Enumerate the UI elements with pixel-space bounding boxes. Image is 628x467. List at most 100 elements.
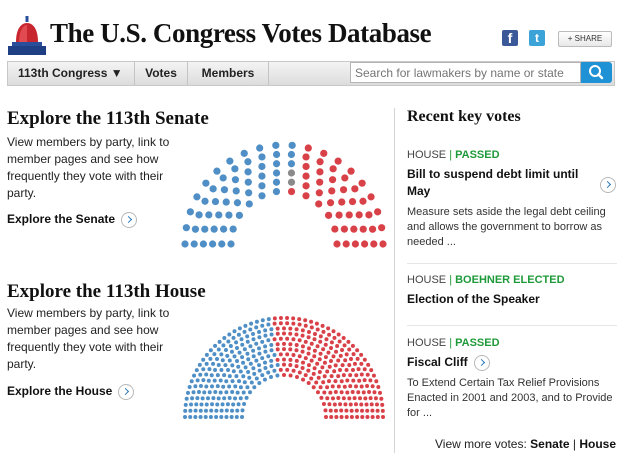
- seat-dot-democrat[interactable]: [204, 384, 209, 389]
- seat-dot-democrat[interactable]: [187, 384, 192, 389]
- seat-dot-republican[interactable]: [278, 316, 283, 321]
- seat-dot-republican[interactable]: [359, 402, 364, 407]
- seat-dot-democrat[interactable]: [231, 165, 239, 173]
- seat-dot-democrat[interactable]: [230, 408, 235, 413]
- seat-dot-democrat[interactable]: [216, 362, 221, 367]
- seat-dot-republican[interactable]: [315, 189, 323, 197]
- seat-dot-republican[interactable]: [303, 339, 308, 344]
- seat-dot-republican[interactable]: [344, 408, 349, 413]
- seat-dot-republican[interactable]: [365, 384, 370, 389]
- seat-dot-democrat[interactable]: [199, 402, 204, 407]
- seat-dot-republican[interactable]: [297, 338, 302, 343]
- seat-dot-republican[interactable]: [327, 332, 332, 337]
- seat-dot-democrat[interactable]: [248, 361, 253, 366]
- seat-dot-democrat[interactable]: [242, 402, 247, 407]
- seat-dot-republican[interactable]: [368, 225, 377, 233]
- seat-dot-democrat[interactable]: [269, 364, 274, 369]
- seat-dot-republican[interactable]: [272, 321, 277, 326]
- seat-dot-democrat[interactable]: [198, 408, 203, 413]
- seat-dot-republican[interactable]: [285, 352, 290, 357]
- seat-dot-democrat[interactable]: [272, 160, 281, 168]
- seat-dot-democrat[interactable]: [245, 189, 253, 197]
- seat-dot-republican[interactable]: [294, 348, 299, 353]
- seat-dot-democrat[interactable]: [182, 224, 190, 232]
- nav-votes[interactable]: Votes: [135, 62, 188, 85]
- seat-dot-republican[interactable]: [358, 179, 366, 187]
- seat-dot-democrat[interactable]: [216, 396, 221, 401]
- seat-dot-democrat[interactable]: [221, 343, 226, 348]
- seat-dot-republican[interactable]: [336, 384, 341, 389]
- seat-dot-democrat[interactable]: [269, 343, 274, 348]
- seat-dot-republican[interactable]: [378, 390, 383, 395]
- seat-dot-republican[interactable]: [315, 361, 320, 366]
- seat-dot-democrat[interactable]: [260, 323, 265, 328]
- seat-dot-democrat[interactable]: [272, 141, 280, 149]
- seat-dot-democrat[interactable]: [244, 178, 252, 186]
- seat-dot-republican[interactable]: [330, 396, 335, 401]
- seat-dot-republican[interactable]: [316, 158, 324, 166]
- seat-dot-republican[interactable]: [282, 357, 286, 362]
- seat-dot-republican[interactable]: [355, 211, 363, 219]
- seat-dot-democrat[interactable]: [220, 225, 228, 233]
- seat-dot-republican[interactable]: [352, 396, 357, 401]
- seat-dot-democrat[interactable]: [287, 150, 296, 159]
- seat-dot-democrat[interactable]: [183, 402, 188, 407]
- seat-dot-democrat[interactable]: [198, 372, 203, 377]
- seat-dot-republican[interactable]: [291, 368, 296, 373]
- seat-dot-democrat[interactable]: [211, 197, 220, 206]
- seat-dot-republican[interactable]: [376, 384, 381, 389]
- seat-dot-republican[interactable]: [316, 178, 324, 186]
- seat-dot-democrat[interactable]: [275, 363, 280, 368]
- seat-dot-republican[interactable]: [329, 340, 334, 345]
- seat-dot-republican[interactable]: [343, 358, 348, 363]
- seat-dot-republican[interactable]: [282, 373, 286, 377]
- seat-dot-democrat[interactable]: [257, 351, 262, 356]
- vote-item-debt-limit[interactable]: HOUSE | PASSED Bill to suspend debt limi…: [407, 149, 617, 250]
- seat-dot-democrat[interactable]: [190, 396, 195, 401]
- seat-dot-democrat[interactable]: [245, 385, 250, 390]
- seat-dot-democrat[interactable]: [213, 390, 218, 394]
- seat-dot-republican[interactable]: [358, 396, 362, 401]
- seat-dot-democrat[interactable]: [269, 348, 274, 353]
- seat-dot-democrat[interactable]: [207, 390, 212, 395]
- seat-dot-democrat[interactable]: [193, 384, 198, 389]
- seat-dot-democrat[interactable]: [258, 172, 266, 180]
- seat-dot-democrat[interactable]: [215, 211, 223, 219]
- seat-dot-democrat[interactable]: [266, 354, 271, 359]
- capitol-dome-logo[interactable]: [8, 16, 46, 56]
- seat-dot-republican[interactable]: [333, 390, 338, 395]
- seat-dot-republican[interactable]: [288, 342, 293, 347]
- seat-dot-democrat[interactable]: [215, 384, 220, 389]
- seat-dot-republican[interactable]: [275, 331, 280, 336]
- seat-dot-republican[interactable]: [285, 321, 290, 326]
- seat-dot-republican[interactable]: [352, 361, 357, 366]
- seat-dot-republican[interactable]: [379, 396, 384, 401]
- seat-dot-democrat[interactable]: [258, 153, 266, 161]
- seat-dot-democrat[interactable]: [210, 402, 215, 407]
- seat-dot-democrat[interactable]: [254, 325, 259, 330]
- seat-dot-republican[interactable]: [374, 402, 379, 407]
- seat-dot-democrat[interactable]: [234, 340, 239, 345]
- seat-dot-democrat[interactable]: [193, 193, 201, 201]
- seat-dot-democrat[interactable]: [241, 374, 246, 379]
- seat-dot-democrat[interactable]: [206, 378, 211, 383]
- seat-dot-democrat[interactable]: [199, 240, 207, 248]
- seat-dot-democrat[interactable]: [202, 179, 210, 187]
- seat-dot-republican[interactable]: [328, 408, 333, 413]
- explore-house-link[interactable]: Explore the House: [7, 384, 135, 400]
- seat-dot-republican[interactable]: [344, 367, 349, 372]
- seat-dot-democrat[interactable]: [229, 225, 237, 233]
- seat-dot-democrat[interactable]: [269, 375, 274, 380]
- seat-dot-democrat[interactable]: [254, 358, 259, 363]
- seat-dot-democrat[interactable]: [222, 396, 227, 401]
- seat-dot-republican[interactable]: [314, 321, 319, 326]
- seat-dot-democrat[interactable]: [190, 240, 198, 248]
- seat-dot-democrat[interactable]: [238, 396, 243, 401]
- seat-dot-democrat[interactable]: [243, 323, 248, 328]
- seat-dot-democrat[interactable]: [288, 141, 296, 149]
- seat-dot-democrat[interactable]: [210, 225, 218, 233]
- seat-dot-democrat[interactable]: [254, 319, 259, 324]
- seat-dot-republican[interactable]: [344, 352, 349, 357]
- seat-dot-republican[interactable]: [325, 385, 330, 390]
- seat-dot-democrat[interactable]: [209, 185, 217, 193]
